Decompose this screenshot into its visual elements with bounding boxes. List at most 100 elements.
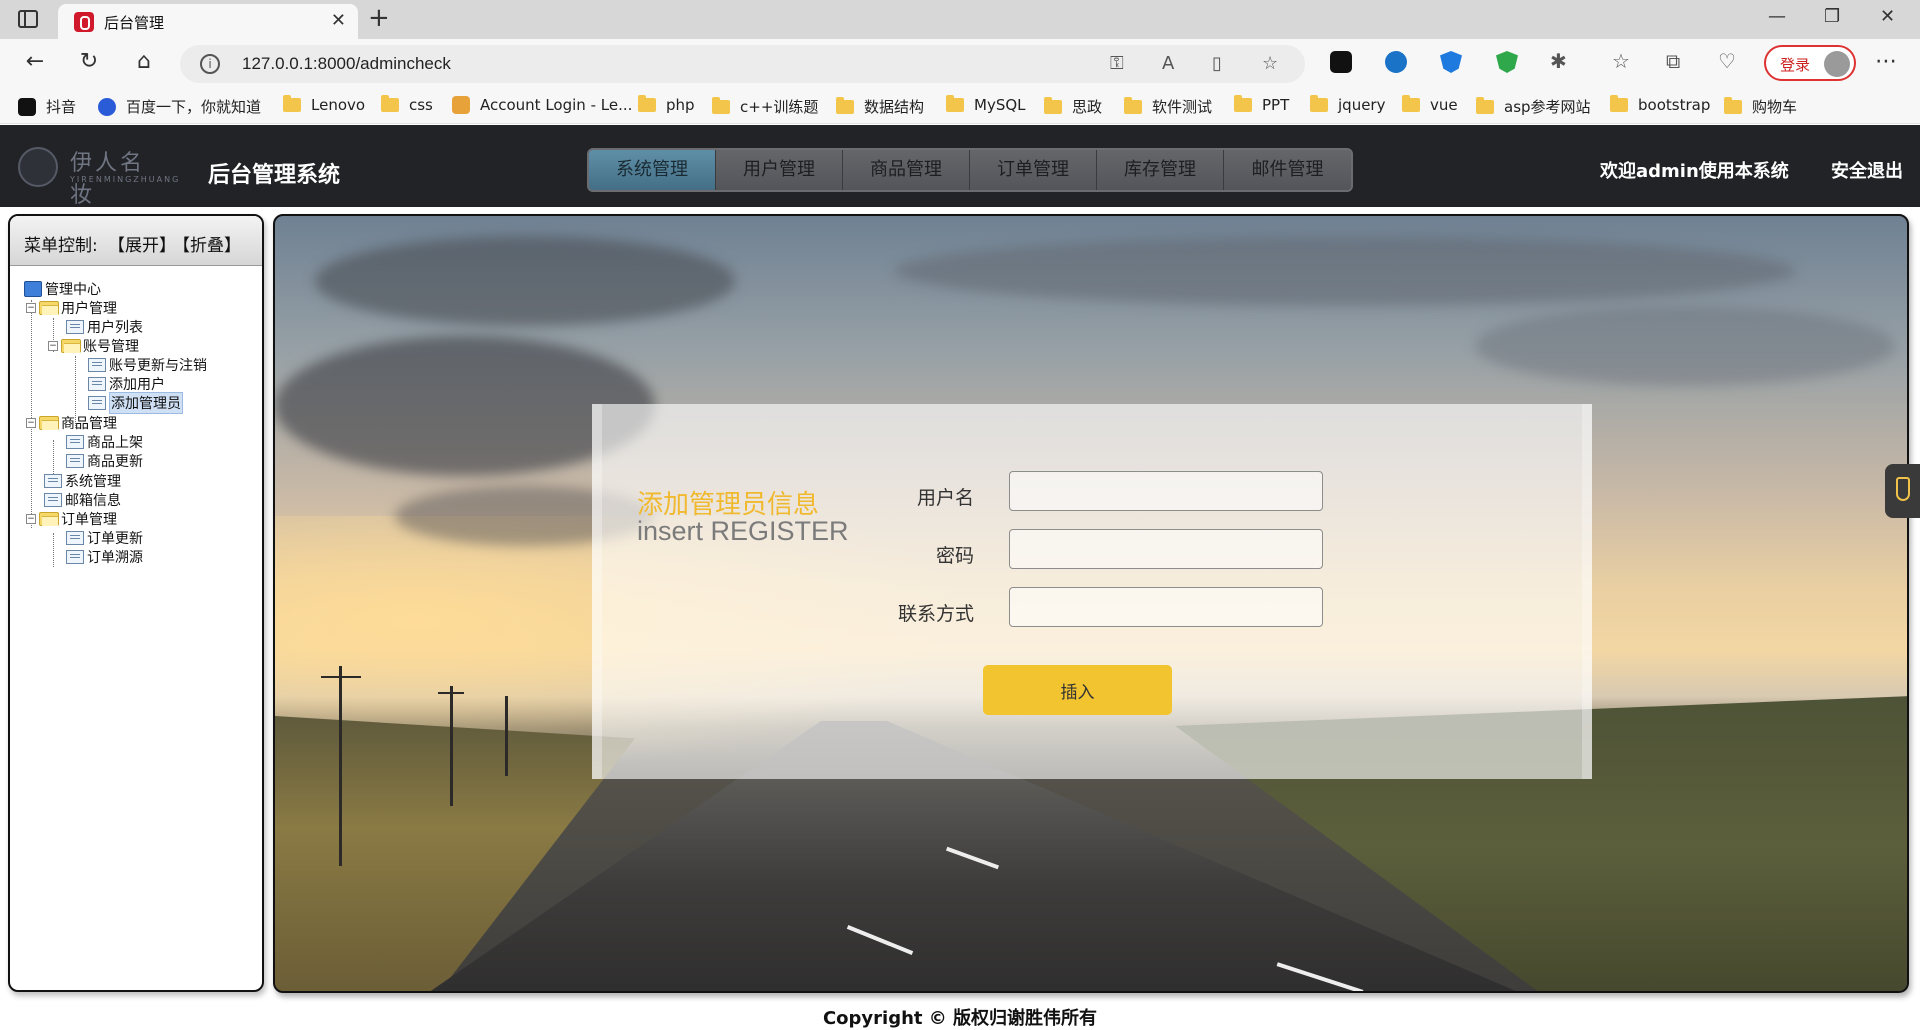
bookmark-folder[interactable]: css [381, 95, 433, 114]
close-window-icon[interactable]: ✕ [1880, 6, 1895, 27]
collapse-toggle-icon[interactable]: − [26, 303, 36, 313]
split-screen-icon[interactable]: ▯ [1212, 53, 1222, 74]
collapse-toggle-icon[interactable]: − [48, 341, 58, 351]
bookmark-folder[interactable]: MySQL [946, 95, 1026, 114]
shield-extension-icon[interactable] [1440, 51, 1462, 73]
page-icon [88, 377, 106, 391]
logout-link[interactable]: 安全退出 [1831, 157, 1903, 183]
extensions-icon[interactable]: ✱ [1550, 49, 1567, 73]
username-label: 用户名 [916, 487, 974, 509]
maximize-icon[interactable]: ❐ [1824, 6, 1840, 27]
read-aloud-icon[interactable]: A [1162, 53, 1174, 74]
bookmark-folder[interactable]: PPT [1234, 95, 1289, 114]
collapse-all-link[interactable]: 【折叠】 [173, 231, 241, 256]
sidebar-toggle-icon[interactable] [18, 10, 38, 28]
tiktok-icon [18, 97, 36, 116]
tree-label: 邮箱信息 [65, 493, 121, 509]
page-icon [88, 358, 106, 372]
folder-icon [1124, 96, 1142, 114]
page-icon [66, 531, 84, 545]
tree-leaf[interactable]: 订单溯源 [66, 546, 143, 568]
bookmark-item[interactable]: Account Login - Le... [452, 96, 632, 114]
form-subtitle: insert REGISTER [637, 516, 849, 546]
close-tab-icon[interactable]: ✕ [331, 10, 346, 31]
bookmark-item[interactable]: 百度一下，你就知道 [98, 96, 261, 117]
password-input[interactable] [1009, 529, 1323, 569]
extension-icon[interactable] [1385, 51, 1407, 73]
side-float-tab[interactable] [1885, 464, 1920, 518]
folder-open-icon [39, 301, 59, 315]
nav-inventory[interactable]: 库存管理 [1097, 150, 1224, 190]
bookmark-folder[interactable]: bootstrap [1610, 95, 1710, 114]
minimize-icon[interactable]: — [1768, 6, 1786, 27]
folder-icon [1610, 95, 1628, 112]
menu-control-label: 菜单控制: [24, 236, 98, 256]
login-button[interactable]: 登录 [1764, 45, 1856, 81]
computer-icon [24, 281, 42, 297]
bookmark-folder[interactable]: 购物车 [1724, 96, 1797, 117]
bookmark-folder[interactable]: 思政 [1044, 96, 1102, 117]
tree-leaf[interactable]: 商品更新 [66, 450, 143, 472]
bookmark-folder[interactable]: asp参考网站 [1476, 96, 1591, 117]
bookmark-folder[interactable]: vue [1402, 95, 1458, 114]
utility-pole [339, 666, 342, 866]
bookmark-folder[interactable]: 软件测试 [1124, 96, 1212, 117]
bookmark-folder[interactable]: 数据结构 [836, 96, 924, 117]
folder-icon [1044, 96, 1062, 114]
reload-icon[interactable]: ↻ [74, 49, 104, 74]
add-admin-form: 添加管理员信息 insert REGISTER 用户名 密码 联系方式 插入 [592, 404, 1592, 779]
login-label: 登录 [1780, 56, 1811, 74]
tree-label: 商品管理 [61, 416, 117, 432]
adblock-extension-icon[interactable] [1496, 51, 1518, 73]
app-header: 伊人名妆 YIRENMINGZHUANG 后台管理系统 系统管理 用户管理 商品… [0, 125, 1920, 208]
collections-icon[interactable]: ⧉ [1666, 49, 1680, 73]
favorite-star-icon[interactable]: ☆ [1262, 53, 1278, 74]
page-icon [66, 454, 84, 468]
content-area: 添加管理员信息 insert REGISTER 用户名 密码 联系方式 插入 [273, 214, 1909, 993]
tree-connector [53, 533, 54, 567]
bookmark-folder[interactable]: php [638, 95, 695, 114]
home-icon[interactable]: ⌂ [129, 49, 159, 74]
nav-orders[interactable]: 订单管理 [970, 150, 1097, 190]
tree-leaf-selected[interactable]: 添加管理员 [88, 392, 183, 414]
info-icon[interactable]: i [200, 54, 220, 74]
logo-badge-icon [18, 147, 58, 187]
bookmark-item[interactable]: 抖音 [18, 96, 76, 117]
performance-icon[interactable]: ♡ [1718, 49, 1736, 73]
collapse-toggle-icon[interactable]: − [26, 514, 36, 524]
tree-label: 管理中心 [45, 282, 101, 298]
insert-button[interactable]: 插入 [983, 665, 1172, 715]
folder-icon [1234, 95, 1252, 112]
nav-products[interactable]: 商品管理 [843, 150, 970, 190]
url-field[interactable]: i 127.0.0.1:8000/admincheck ⚿ A ▯ ☆ [180, 45, 1305, 83]
nav-mail[interactable]: 邮件管理 [1224, 150, 1351, 190]
bookmark-folder[interactable]: c++训练题 [712, 96, 818, 117]
username-input[interactable] [1009, 471, 1323, 511]
expand-all-link[interactable]: 【展开】 [108, 231, 176, 256]
back-icon[interactable]: ← [20, 49, 50, 74]
tree-label: 商品更新 [87, 454, 143, 470]
page-icon [44, 493, 62, 507]
logo: 伊人名妆 YIRENMINGZHUANG [18, 147, 178, 208]
favorites-icon[interactable]: ☆ [1612, 49, 1630, 73]
folder-icon [283, 95, 301, 112]
collapse-toggle-icon[interactable]: − [26, 418, 36, 428]
tree-label: 订单管理 [61, 512, 117, 528]
avatar [1824, 51, 1850, 77]
more-menu-icon[interactable]: ⋯ [1875, 49, 1897, 74]
tree-label: 订单溯源 [87, 550, 143, 566]
bookmark-folder[interactable]: Lenovo [283, 95, 365, 114]
bookmark-folder[interactable]: jquery [1310, 95, 1385, 114]
key-icon[interactable]: ⚿ [1110, 53, 1124, 74]
nav-system[interactable]: 系统管理 [589, 150, 716, 190]
folder-icon [638, 95, 656, 112]
mouse-icon [1896, 477, 1910, 501]
folder-icon [1310, 95, 1328, 112]
folder-icon [946, 95, 964, 112]
extension-icon[interactable] [1330, 51, 1352, 73]
browser-tab[interactable]: 后台管理 ✕ [58, 4, 358, 39]
nav-users[interactable]: 用户管理 [716, 150, 843, 190]
main-nav: 系统管理 用户管理 商品管理 订单管理 库存管理 邮件管理 [587, 148, 1353, 192]
contact-input[interactable] [1009, 587, 1323, 627]
new-tab-icon[interactable]: + [368, 3, 390, 33]
